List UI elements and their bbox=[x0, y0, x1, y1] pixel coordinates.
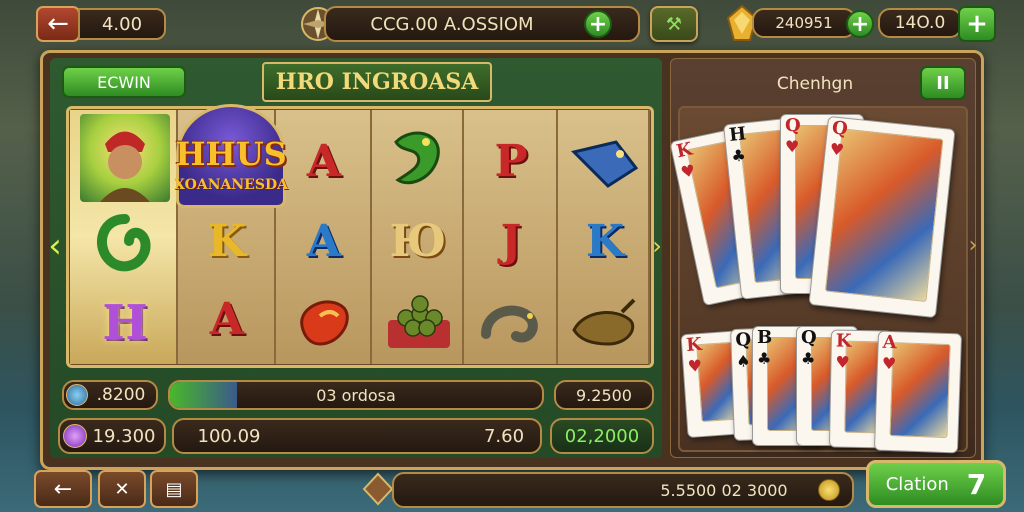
reel-symbol-a: A bbox=[306, 135, 342, 187]
card-rank: H bbox=[728, 123, 748, 147]
card-rank: K bbox=[835, 330, 852, 352]
footer-ornament-icon bbox=[360, 470, 396, 508]
reel-symbol-p: P bbox=[494, 135, 528, 187]
reel-right-arrow-icon[interactable]: › bbox=[650, 232, 664, 260]
document-icon: ▤ bbox=[165, 478, 183, 500]
green-lizard-symbol bbox=[382, 122, 454, 196]
serpent-symbol bbox=[80, 206, 170, 280]
reel-symbol-k: K bbox=[585, 215, 625, 267]
reel-symbol-yu: Ю bbox=[389, 215, 447, 267]
purple-gem-icon bbox=[63, 424, 87, 448]
card-suit-icon: ♥ bbox=[881, 353, 897, 374]
card-suit-icon: ♥ bbox=[835, 352, 850, 372]
card-rank: Q bbox=[801, 327, 817, 348]
win-stat-bottom: 02,2000 bbox=[550, 418, 654, 454]
card-rank: Q bbox=[830, 117, 849, 140]
card-suit-icon: ♣ bbox=[801, 349, 816, 368]
progress-bar: 03 ordosa bbox=[168, 380, 544, 410]
total-display: 5.5500 02 3000 bbox=[392, 472, 854, 508]
blue-coin-icon bbox=[66, 384, 88, 406]
card-artwork bbox=[889, 342, 951, 439]
portrait-symbol bbox=[80, 114, 170, 202]
menu-button[interactable]: ▤ bbox=[150, 470, 198, 508]
card-suit-icon: ♥ bbox=[828, 139, 846, 160]
plus-icon: + bbox=[588, 11, 608, 37]
card-rank: K bbox=[685, 333, 703, 356]
card-suit-icon: ♣ bbox=[730, 145, 747, 166]
gold-coin-icon bbox=[818, 479, 840, 501]
card-rank: B bbox=[757, 327, 773, 348]
bird-symbol bbox=[568, 290, 642, 352]
feature-badge-title: HHUS bbox=[175, 135, 287, 173]
card-panel-title: Chenhgn bbox=[776, 74, 854, 94]
slot-title-banner: HRO INGROASA bbox=[262, 62, 492, 102]
blue-fish-symbol bbox=[566, 128, 642, 198]
shop-icon: ⚒ bbox=[665, 13, 683, 35]
card-rank: A bbox=[882, 331, 898, 354]
card-suit-icon: ♠ bbox=[735, 351, 751, 371]
playing-card[interactable]: A ♥ bbox=[873, 330, 963, 454]
reel-symbol-a: A bbox=[209, 293, 245, 345]
reel-symbol-j: J bbox=[500, 215, 522, 267]
add-gems-button[interactable]: + bbox=[846, 10, 874, 38]
playing-card[interactable]: Q ♥ bbox=[808, 115, 956, 319]
gem-stat: 19.300 bbox=[58, 418, 166, 454]
arrow-left-icon: ← bbox=[53, 476, 73, 502]
red-dragon-symbol bbox=[290, 286, 360, 356]
plus-icon: + bbox=[966, 9, 988, 39]
shop-button[interactable]: ⚒ bbox=[650, 6, 698, 42]
card-rank: Q bbox=[785, 115, 801, 136]
card-panel-right-arrow-icon[interactable]: › bbox=[966, 230, 980, 260]
card-suit-icon: ♣ bbox=[757, 349, 772, 368]
gem-balance: 240951 bbox=[752, 8, 856, 38]
add-balance-button[interactable]: + bbox=[958, 6, 996, 42]
card-rank: K bbox=[674, 138, 695, 163]
grapes-symbol bbox=[384, 290, 454, 352]
secondary-balance: 14O.0 bbox=[878, 8, 962, 38]
clation-button[interactable]: Clation 7 bbox=[866, 460, 1006, 508]
feature-badge-subtitle: XOANANESDA bbox=[174, 177, 288, 193]
shuffle-button[interactable]: ✕ bbox=[98, 470, 146, 508]
balance-display: 4.00 bbox=[78, 8, 166, 40]
snake-symbol bbox=[478, 290, 548, 352]
plus-icon: + bbox=[850, 11, 870, 37]
reel-left-arrow-icon[interactable]: ‹ bbox=[44, 222, 66, 270]
pause-button[interactable]: II bbox=[920, 66, 966, 100]
win-stat-top: 9.2500 bbox=[554, 380, 654, 410]
arrow-left-icon: ← bbox=[47, 9, 69, 39]
reel-symbol-h: H bbox=[102, 295, 148, 351]
card-rank: Q bbox=[735, 329, 752, 351]
bet-display: 100.09 7.60 bbox=[172, 418, 542, 454]
shuffle-icon: ✕ bbox=[114, 478, 130, 500]
reel-symbol-a: A bbox=[306, 215, 342, 267]
card-suit-icon: ♥ bbox=[687, 355, 703, 376]
card-suit-icon: ♥ bbox=[785, 137, 800, 156]
ecwin-button[interactable]: ECWIN bbox=[62, 66, 186, 98]
reel-symbol-k: K bbox=[207, 215, 247, 267]
footer-back-button[interactable]: ← bbox=[34, 470, 92, 508]
coin-stat: .8200 bbox=[62, 380, 158, 410]
add-coins-button[interactable]: + bbox=[584, 10, 612, 38]
back-button[interactable]: ← bbox=[36, 6, 80, 42]
